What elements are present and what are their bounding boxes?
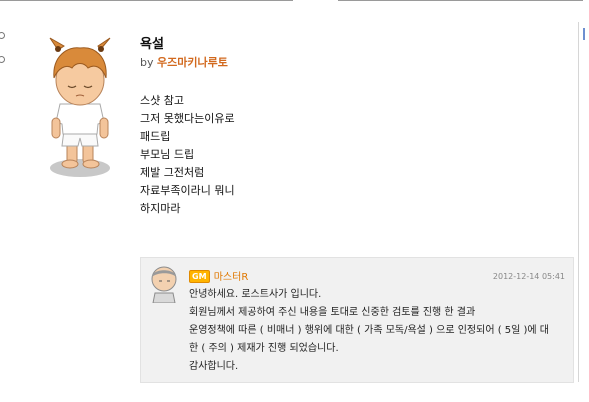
character-avatar-icon (49, 37, 111, 177)
gm-avatar-icon (151, 266, 177, 303)
post-body-line: 하지마라 (140, 202, 181, 215)
gm-badge: GM (189, 270, 210, 283)
post-byline: by 우즈마키나루토 (140, 54, 228, 70)
scroll-track (578, 22, 579, 382)
post-body-line: 패드립 (140, 130, 171, 143)
comment-line: 회원님께서 제공하여 주신 내용을 토대로 신중한 검토를 진행 한 결과 (189, 307, 476, 318)
scrollbar-thumb[interactable] (583, 28, 585, 40)
comment-line: 안녕하세요. 로스트사가 입니다. (189, 289, 322, 300)
post-body-line: 자료부족이라니 뭐니 (140, 184, 235, 197)
comment-line: 운영정책에 따른 ( 비매너 ) 행위에 대한 ( 가족 모독/욕설 ) 으로 … (189, 325, 549, 336)
comment-line: 감사합니다. (189, 361, 239, 372)
comment-line: 한 ( 주의 ) 제재가 진행 되었습니다. (189, 343, 339, 354)
post-body-line: 스샷 참고 (140, 94, 184, 107)
side-bullet-icon (0, 56, 5, 63)
post-author-link[interactable]: 우즈마키나루토 (157, 56, 228, 69)
comment-body: 안녕하세요. 로스트사가 입니다. 회원님께서 제공하여 주신 내용을 토대로 … (189, 286, 565, 376)
by-label: by (140, 56, 154, 69)
comment-header: GM 마스터R (189, 268, 248, 283)
side-bullet-icon (0, 32, 5, 39)
top-divider-left (0, 0, 293, 1)
top-divider-right (338, 0, 583, 1)
post-body: 스샷 참고 그저 못했다는이유로 패드립 부모님 드립 제발 그전처럼 자료부족… (140, 92, 235, 218)
comment-date: 2012-12-14 05:41 (492, 272, 565, 281)
post-body-line: 그저 못했다는이유로 (140, 112, 235, 125)
post-body-line: 제발 그전처럼 (140, 166, 205, 179)
post-title: 욕설 (140, 37, 164, 52)
comment-box: GM 마스터R 2012-12-14 05:41 안녕하세요. 로스트사가 입니… (140, 257, 574, 383)
comment-author-link[interactable]: 마스터R (214, 272, 249, 283)
post-body-line: 부모님 드립 (140, 148, 195, 161)
